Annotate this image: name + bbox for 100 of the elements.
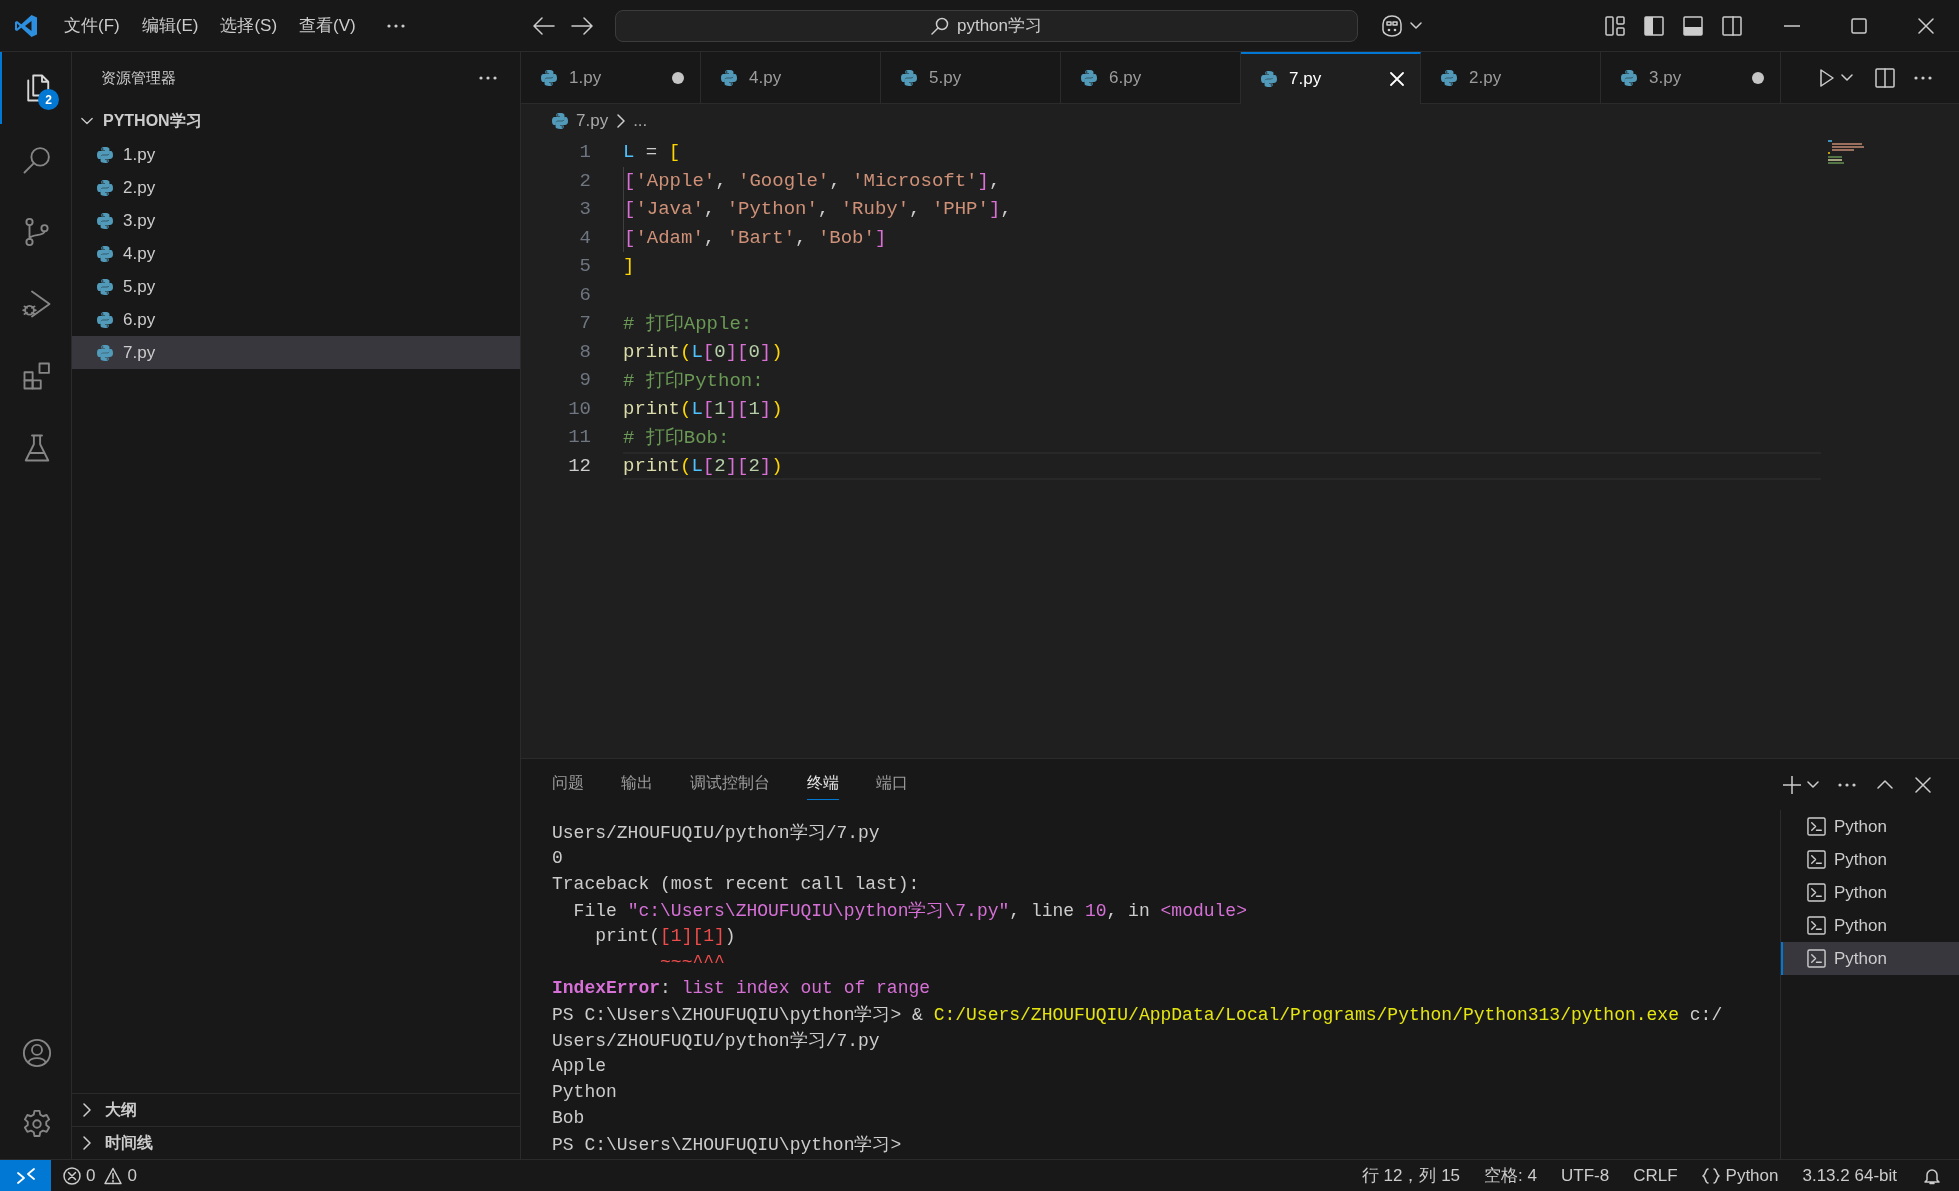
file-item[interactable]: 1.py bbox=[72, 138, 520, 171]
terminal-line: Traceback (most recent call last): bbox=[552, 874, 920, 894]
play-icon[interactable] bbox=[1819, 67, 1835, 88]
menu-item[interactable]: 选择(S) bbox=[214, 10, 284, 41]
remote-button[interactable] bbox=[0, 1160, 51, 1191]
encoding-status[interactable]: UTF-8 bbox=[1548, 1165, 1622, 1186]
more-icon[interactable] bbox=[1837, 781, 1857, 788]
python-file-icon bbox=[1441, 70, 1457, 86]
terminal-line: Users/ZHOUFUQIU/python学习/7.py bbox=[552, 1030, 880, 1052]
bottom-panel-icon[interactable] bbox=[1683, 15, 1703, 36]
terminal-line: Apple bbox=[552, 1056, 606, 1076]
code-line: # 打印Bob: bbox=[623, 426, 730, 451]
minimize-icon[interactable] bbox=[1783, 24, 1800, 27]
close-icon[interactable] bbox=[1917, 17, 1934, 34]
account-icon[interactable] bbox=[21, 1037, 52, 1068]
chevron-up-icon[interactable] bbox=[1877, 780, 1893, 789]
python-file-icon bbox=[97, 179, 113, 196]
file-item[interactable]: 5.py bbox=[72, 270, 520, 303]
panel-tab[interactable]: 终端 bbox=[807, 769, 839, 800]
more-icon[interactable] bbox=[385, 22, 406, 29]
chevron-down-icon[interactable] bbox=[1410, 22, 1422, 29]
app-logo-icon[interactable] bbox=[14, 13, 38, 38]
panel-tab[interactable]: 问题 bbox=[552, 769, 584, 800]
unsaved-dot-icon[interactable] bbox=[672, 72, 684, 84]
close-icon[interactable] bbox=[1915, 776, 1931, 793]
line-number: 6 bbox=[578, 283, 591, 306]
menu-item[interactable]: 文件(F) bbox=[58, 10, 126, 41]
menu-item[interactable]: 编辑(E) bbox=[135, 10, 205, 41]
panel-tab[interactable]: 输出 bbox=[621, 769, 653, 800]
line-number: 4 bbox=[578, 226, 591, 249]
layout-icon[interactable] bbox=[1605, 15, 1625, 36]
terminal-session[interactable]: Python bbox=[1781, 810, 1959, 843]
python-file-icon bbox=[97, 344, 113, 361]
cursor-position[interactable]: 行 12，列 15 bbox=[1349, 1164, 1473, 1187]
line-ending-status[interactable]: CRLF bbox=[1621, 1165, 1690, 1186]
panel-tab[interactable]: 端口 bbox=[876, 769, 908, 800]
robot-face-icon[interactable] bbox=[1380, 14, 1404, 37]
terminal-line: ~~~^^^ bbox=[660, 952, 725, 972]
error-icon bbox=[63, 1166, 81, 1185]
code-line: print(L[0][0]) bbox=[623, 340, 783, 363]
line-number: 2 bbox=[578, 169, 591, 192]
terminal-session[interactable]: Python bbox=[1781, 909, 1959, 942]
left-sidebar-icon[interactable] bbox=[1644, 15, 1664, 36]
terminal-session[interactable]: Python bbox=[1781, 942, 1959, 975]
arrow-right-icon[interactable] bbox=[571, 16, 593, 35]
section-header[interactable]: 大纲 bbox=[105, 1099, 137, 1121]
code-line: ] bbox=[623, 255, 635, 278]
terminal-session[interactable]: Python bbox=[1781, 843, 1959, 876]
chevron-down-icon[interactable] bbox=[1841, 74, 1853, 81]
unsaved-dot-icon[interactable] bbox=[1752, 72, 1764, 84]
chevron-icon[interactable] bbox=[83, 1103, 91, 1117]
python-file-icon bbox=[1621, 70, 1637, 86]
file-item[interactable]: 6.py bbox=[72, 303, 520, 336]
language-status[interactable]: Python bbox=[1689, 1165, 1791, 1186]
arrow-left-icon[interactable] bbox=[533, 16, 555, 35]
line-number: 7 bbox=[578, 312, 591, 335]
file-item[interactable]: 2.py bbox=[72, 171, 520, 204]
more-icon[interactable] bbox=[1913, 74, 1933, 81]
terminal-icon bbox=[1807, 916, 1826, 935]
chevron-icon[interactable] bbox=[83, 1136, 91, 1150]
interpreter-status[interactable]: 3.13.2 64-bit bbox=[1790, 1165, 1909, 1186]
section-header[interactable]: 时间线 bbox=[105, 1132, 153, 1154]
breadcrumb-item[interactable]: ... bbox=[633, 111, 648, 131]
menu-item[interactable]: 查看(V) bbox=[293, 10, 362, 41]
settings-icon[interactable] bbox=[21, 1108, 52, 1139]
line-number: 10 bbox=[567, 397, 591, 420]
terminal-line: IndexError: list index out of range bbox=[552, 978, 931, 998]
chevron-icon[interactable] bbox=[81, 117, 93, 125]
file-item[interactable]: 3.py bbox=[72, 204, 520, 237]
split-editor-icon[interactable] bbox=[1875, 67, 1895, 88]
plus-icon[interactable] bbox=[1783, 775, 1801, 794]
more-icon[interactable] bbox=[478, 75, 498, 81]
terminal-line: File "c:\Users\ZHOUFUQIU\python学习\7.py", line 10, in <module> bbox=[573, 900, 1247, 922]
file-item[interactable]: 4.py bbox=[72, 237, 520, 270]
maximize-icon[interactable] bbox=[1850, 17, 1867, 34]
problems-status[interactable]: 0 0 bbox=[63, 1165, 141, 1186]
terminal-line: PS C:\Users\ZHOUFUQIU\python学习> bbox=[552, 1134, 902, 1156]
breadcrumb-item[interactable]: 7.py bbox=[552, 111, 609, 131]
braces-icon bbox=[1701, 1167, 1720, 1184]
python-file-icon bbox=[721, 70, 737, 86]
file-item[interactable]: 7.py bbox=[72, 336, 520, 369]
python-file-icon bbox=[552, 113, 568, 129]
line-number: 1 bbox=[578, 141, 591, 164]
right-sidebar-icon[interactable] bbox=[1722, 15, 1742, 36]
code-line: # 打印Apple: bbox=[623, 312, 753, 337]
indentation-status[interactable]: 空格: 4 bbox=[1472, 1164, 1549, 1187]
terminal-line: 0 bbox=[552, 848, 563, 868]
sidebar-title: 资源管理器 bbox=[101, 68, 176, 88]
editor-tab[interactable]: 7.py bbox=[1241, 52, 1421, 104]
folder-name[interactable]: PYTHON学习 bbox=[103, 110, 202, 132]
search-icon bbox=[21, 145, 52, 175]
bell-icon[interactable] bbox=[1923, 1166, 1941, 1185]
terminal-session[interactable]: Python bbox=[1781, 876, 1959, 909]
chevron-down-icon[interactable] bbox=[1807, 781, 1819, 788]
blocks-icon bbox=[21, 361, 52, 391]
panel-tab[interactable]: 调试控制台 bbox=[690, 769, 770, 800]
command-center[interactable]: python学习 bbox=[615, 9, 1358, 42]
python-file-icon bbox=[97, 245, 113, 262]
terminal-line: Users/ZHOUFUQIU/python学习/7.py bbox=[552, 822, 880, 844]
line-number: 3 bbox=[578, 198, 591, 221]
